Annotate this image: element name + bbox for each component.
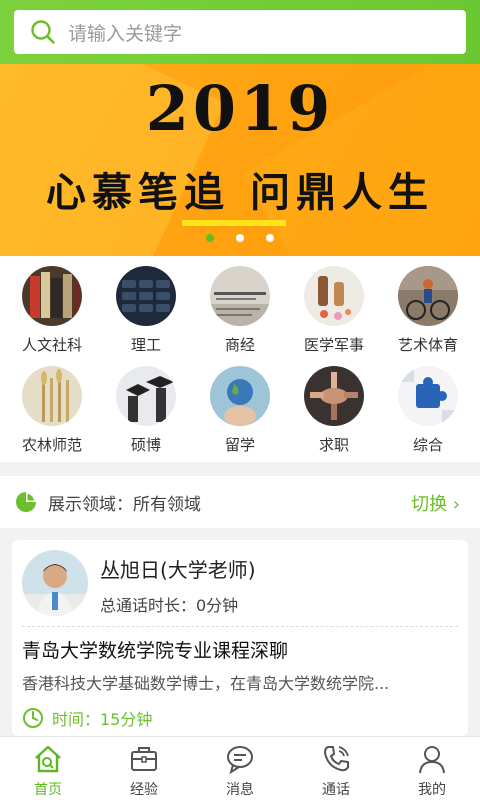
category-humanities[interactable]: 人文社科 — [4, 266, 100, 355]
category-label: 求职 — [318, 436, 349, 454]
search-icon — [31, 20, 55, 44]
tab-label: 通话 — [322, 782, 350, 798]
tab-profile[interactable]: 我的 — [384, 737, 480, 800]
top-bar: 请输入关键字 — [0, 0, 480, 64]
consultant-card[interactable]: 丛旭日(大学老师) 总通话时长：0分钟 青岛大学数统学院专业课程深聊 香港科技大… — [12, 540, 468, 736]
category-job-seeking[interactable]: 求职 — [286, 366, 382, 455]
banner-underline — [182, 220, 286, 226]
carousel-dot[interactable] — [236, 234, 244, 242]
category-label: 人文社科 — [21, 336, 82, 354]
carousel-indicator — [0, 234, 480, 242]
tab-home[interactable]: 首页 — [0, 737, 96, 800]
user-icon — [419, 746, 445, 774]
category-masters-phd[interactable]: 硕博 — [98, 366, 194, 455]
cycling-image — [398, 266, 458, 326]
clock-icon — [23, 708, 43, 728]
business-image — [210, 266, 270, 326]
chat-bubble-icon — [227, 746, 253, 775]
total-call-time: 总通话时长：0分钟 — [100, 596, 239, 615]
books-image — [22, 266, 82, 326]
carousel-dot-active[interactable] — [206, 234, 214, 242]
domain-label: 展示领域：所有领域 — [48, 494, 201, 515]
category-label: 理工 — [130, 336, 161, 354]
phone-icon — [324, 746, 349, 772]
category-general[interactable]: 综合 — [380, 366, 476, 455]
category-arts-sports[interactable]: 艺术体育 — [380, 266, 476, 355]
formula-image — [116, 266, 176, 326]
topic-description: 香港科技大学基础数学博士，在青岛大学数统学院... — [22, 674, 390, 693]
category-study-abroad[interactable]: 留学 — [192, 366, 288, 455]
search-placeholder: 请输入关键字 — [68, 22, 183, 45]
graduation-image — [116, 366, 176, 426]
category-grid: 人文社科 理工 商经 医学军事 艺术体育 农林师范 硕博 留学 求职 综合 — [0, 256, 480, 462]
teamwork-image — [304, 366, 364, 426]
category-medicine-military[interactable]: 医学军事 — [286, 266, 382, 355]
domain-filter-bar: 展示领域：所有领域 切换 › — [0, 476, 480, 528]
tab-label: 首页 — [34, 782, 62, 798]
tab-calls[interactable]: 通话 — [288, 737, 384, 800]
category-label: 艺术体育 — [397, 336, 458, 354]
banner-slogan: 心慕笔追 问鼎人生 — [46, 170, 434, 216]
category-label: 硕博 — [130, 436, 161, 454]
consultant-name: 丛旭日(大学老师) — [100, 558, 256, 582]
search-input[interactable]: 请输入关键字 — [14, 10, 466, 54]
tab-label: 消息 — [226, 782, 254, 798]
briefcase-icon — [131, 747, 157, 771]
home-search-icon — [35, 745, 61, 773]
wheat-image — [22, 366, 82, 426]
category-agri-normal[interactable]: 农林师范 — [4, 366, 100, 455]
session-duration: 时间：15分钟 — [22, 706, 152, 730]
carousel-dot[interactable] — [266, 234, 274, 242]
avatar — [22, 550, 88, 616]
category-label: 商经 — [224, 336, 255, 354]
category-label: 综合 — [412, 436, 443, 454]
tab-label: 我的 — [418, 782, 446, 798]
topic-title: 青岛大学数统学院专业课程深聊 — [22, 640, 289, 662]
category-label: 农林师范 — [21, 436, 82, 454]
puzzle-image — [398, 366, 458, 426]
promo-banner[interactable]: 2019 心慕笔追 问鼎人生 — [0, 64, 480, 256]
switch-domain-button[interactable]: 切换 › — [411, 490, 460, 516]
pie-chart-icon — [16, 492, 36, 512]
tab-label: 经验 — [130, 782, 158, 798]
category-business[interactable]: 商经 — [192, 266, 288, 355]
category-label: 医学军事 — [303, 336, 364, 354]
duration-text: 时间：15分钟 — [52, 710, 153, 729]
globe-image — [210, 366, 270, 426]
divider — [22, 626, 458, 627]
tab-messages[interactable]: 消息 — [192, 737, 288, 800]
banner-year: 2019 — [145, 72, 335, 145]
medicine-image — [304, 266, 364, 326]
bottom-tab-bar: 首页 经验 消息 通话 我的 — [0, 736, 480, 800]
tab-experience[interactable]: 经验 — [96, 737, 192, 800]
category-science[interactable]: 理工 — [98, 266, 194, 355]
category-label: 留学 — [224, 436, 255, 454]
